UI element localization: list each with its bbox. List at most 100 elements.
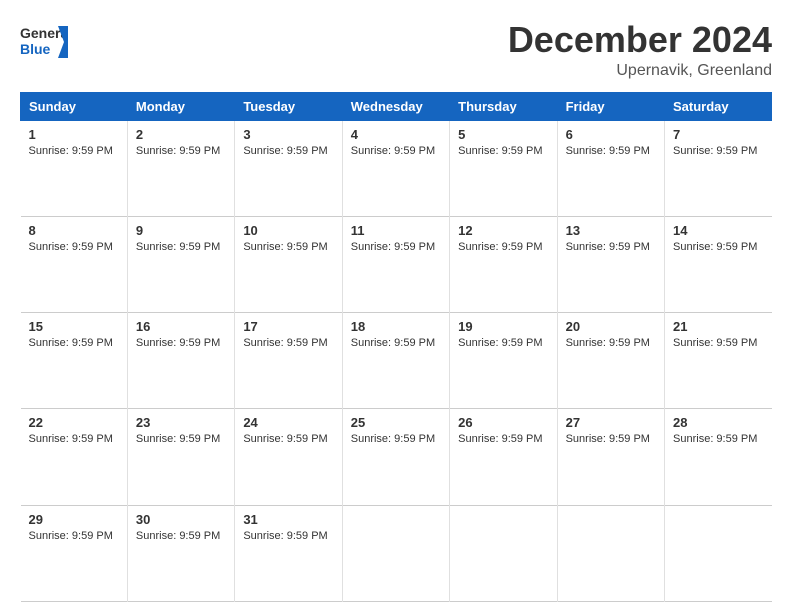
day-number: 16 [136, 319, 226, 334]
sunrise-text: Sunrise: 9:59 PM [243, 241, 327, 253]
sunrise-text: Sunrise: 9:59 PM [136, 337, 220, 349]
day-number: 15 [29, 319, 119, 334]
table-row: 21 Sunrise: 9:59 PM [665, 313, 772, 409]
day-number: 31 [243, 512, 333, 527]
header-friday: Friday [557, 92, 664, 120]
header-thursday: Thursday [450, 92, 557, 120]
logo-icon: General Blue [20, 20, 68, 64]
svg-text:Blue: Blue [20, 41, 51, 57]
table-row: 12 Sunrise: 9:59 PM [450, 216, 557, 312]
day-number: 13 [566, 223, 656, 238]
sunrise-text: Sunrise: 9:59 PM [136, 241, 220, 253]
sunrise-text: Sunrise: 9:59 PM [29, 241, 113, 253]
table-row: 14 Sunrise: 9:59 PM [665, 216, 772, 312]
day-number: 26 [458, 415, 548, 430]
table-row: 15 Sunrise: 9:59 PM [21, 313, 128, 409]
sunrise-text: Sunrise: 9:59 PM [29, 433, 113, 445]
calendar-table: Sunday Monday Tuesday Wednesday Thursday… [20, 92, 772, 602]
sunrise-text: Sunrise: 9:59 PM [458, 145, 542, 157]
day-number: 5 [458, 127, 548, 142]
day-number: 24 [243, 415, 333, 430]
header-monday: Monday [127, 92, 234, 120]
table-row: 9 Sunrise: 9:59 PM [127, 216, 234, 312]
table-row [557, 505, 664, 601]
sunrise-text: Sunrise: 9:59 PM [136, 145, 220, 157]
day-number: 23 [136, 415, 226, 430]
sunrise-text: Sunrise: 9:59 PM [566, 337, 650, 349]
sunrise-text: Sunrise: 9:59 PM [351, 145, 435, 157]
day-number: 9 [136, 223, 226, 238]
table-row: 8Sunrise: 9:59 PM [21, 216, 128, 312]
table-row: 1Sunrise: 9:59 PM [21, 120, 128, 216]
table-row: 25Sunrise: 9:59 PM [342, 409, 449, 505]
day-number: 17 [243, 319, 333, 334]
day-number: 2 [136, 127, 226, 142]
table-row: 17 Sunrise: 9:59 PM [235, 313, 342, 409]
sunrise-text: Sunrise: 9:59 PM [458, 337, 542, 349]
table-row: 18 Sunrise: 9:59 PM [342, 313, 449, 409]
calendar-week-row: 8Sunrise: 9:59 PM 9 Sunrise: 9:59 PM 10 Sunr… [21, 216, 772, 312]
calendar-header-row: Sunday Monday Tuesday Wednesday Thursday… [21, 92, 772, 120]
calendar-week-row: 29 Sunrise: 9:59 PM 30 Sunrise: 9:59 PM 31Su… [21, 505, 772, 601]
day-number: 27 [566, 415, 656, 430]
sunrise-text: Sunrise: 9:59 PM [458, 433, 542, 445]
header-tuesday: Tuesday [235, 92, 342, 120]
table-row: 27 Sunrise: 9:59 PM [557, 409, 664, 505]
calendar-week-row: 15 Sunrise: 9:59 PM 16 Sunrise: 9:59 PM 17 Su… [21, 313, 772, 409]
table-row [342, 505, 449, 601]
table-row [450, 505, 557, 601]
sunrise-text: Sunrise: 9:59 PM [136, 530, 220, 542]
table-row: 16 Sunrise: 9:59 PM [127, 313, 234, 409]
sunrise-text: Sunrise: 9:59 PM [351, 337, 435, 349]
sunrise-text: Sunrise: 9:59 PM [566, 433, 650, 445]
sunrise-text: Sunrise: 9:59 PM [29, 530, 113, 542]
table-row: 26 Sunrise: 9:59 PM [450, 409, 557, 505]
sunrise-text: Sunrise: 9:59 PM [566, 145, 650, 157]
day-number: 30 [136, 512, 226, 527]
header-sunday: Sunday [21, 92, 128, 120]
day-number: 12 [458, 223, 548, 238]
sunrise-text: Sunrise: 9:59 PM [29, 337, 113, 349]
calendar-body: 1Sunrise: 9:59 PM2Sunrise: 9:59 PM3Sunri… [21, 120, 772, 601]
table-row: 2 Sunrise: 9:59 PM [127, 120, 234, 216]
sunrise-text: Sunrise: 9:59 PM [673, 241, 757, 253]
day-number: 21 [673, 319, 763, 334]
day-number: 10 [243, 223, 333, 238]
calendar-week-row: 1Sunrise: 9:59 PM2Sunrise: 9:59 PM3Sunri… [21, 120, 772, 216]
sunrise-text: Sunrise: 9:59 PM [673, 433, 757, 445]
table-row: 19 Sunrise: 9:59 PM [450, 313, 557, 409]
day-number: 29 [29, 512, 119, 527]
sunrise-text: Sunrise: 9:59 PM [458, 241, 542, 253]
day-number: 4 [351, 127, 441, 142]
day-number: 1 [29, 127, 119, 142]
table-row: 11Sunrise: 9:59 PM [342, 216, 449, 312]
table-row: 6 Sunrise: 9:59 PM [557, 120, 664, 216]
header-wednesday: Wednesday [342, 92, 449, 120]
table-row: 31Sunrise: 9:59 PM [235, 505, 342, 601]
sunrise-text: Sunrise: 9:59 PM [351, 433, 435, 445]
table-row [665, 505, 772, 601]
day-number: 14 [673, 223, 763, 238]
table-row: 23Sunrise: 9:59 PM [127, 409, 234, 505]
logo: General Blue [20, 20, 70, 64]
day-number: 28 [673, 415, 763, 430]
header-saturday: Saturday [665, 92, 772, 120]
table-row: 10 Sunrise: 9:59 PM [235, 216, 342, 312]
table-row: 7Sunrise: 9:59 PM [665, 120, 772, 216]
title-block: December 2024 Upernavik, Greenland [508, 20, 772, 80]
sunrise-text: Sunrise: 9:59 PM [673, 145, 757, 157]
table-row: 22 Sunrise: 9:59 PM [21, 409, 128, 505]
day-number: 19 [458, 319, 548, 334]
header: General Blue December 2024 Upernavik, Gr… [20, 20, 772, 80]
day-number: 18 [351, 319, 441, 334]
sunrise-text: Sunrise: 9:59 PM [243, 145, 327, 157]
sunrise-text: Sunrise: 9:59 PM [351, 241, 435, 253]
sunrise-text: Sunrise: 9:59 PM [243, 337, 327, 349]
day-number: 22 [29, 415, 119, 430]
day-number: 6 [566, 127, 656, 142]
day-number: 20 [566, 319, 656, 334]
sunrise-text: Sunrise: 9:59 PM [243, 433, 327, 445]
table-row: 4 Sunrise: 9:59 PM [342, 120, 449, 216]
page: General Blue December 2024 Upernavik, Gr… [0, 0, 792, 612]
sunrise-text: Sunrise: 9:59 PM [673, 337, 757, 349]
